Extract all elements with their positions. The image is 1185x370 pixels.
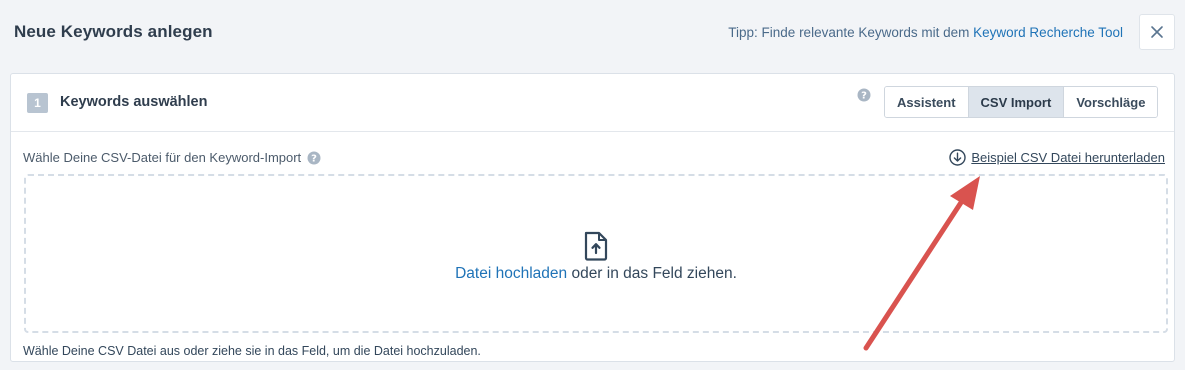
csv-field-label: Wähle Deine CSV-Datei für den Keyword-Im… (23, 150, 321, 165)
download-circle-icon (949, 149, 967, 166)
close-button[interactable] (1139, 14, 1175, 50)
close-icon (1151, 26, 1163, 38)
step-title: Keywords auswählen (60, 94, 208, 110)
import-mode-tabs: Assistent CSV Import Vorschläge (884, 86, 1159, 118)
file-upload-icon (584, 231, 608, 261)
download-sample-csv-link[interactable]: Beispiel CSV Datei herunterladen (949, 149, 1165, 166)
tab-vorschlaege[interactable]: Vorschläge (1063, 87, 1158, 117)
modal-header: Neue Keywords anlegen Tipp: Finde releva… (0, 0, 1185, 66)
upload-file-link[interactable]: Datei hochladen (455, 265, 567, 282)
svg-text:?: ? (861, 91, 867, 102)
tab-assistent[interactable]: Assistent (885, 87, 968, 117)
question-circle-icon[interactable]: ? (857, 88, 871, 102)
dropzone-rest-text: oder in das Feld ziehen. (567, 265, 737, 282)
dropzone-text: Datei hochladen oder in das Feld ziehen. (26, 265, 1166, 283)
step-badge: 1 (27, 93, 48, 113)
csv-field-label-text: Wähle Deine CSV-Datei für den Keyword-Im… (23, 150, 302, 165)
new-keywords-modal: Neue Keywords anlegen Tipp: Finde releva… (0, 0, 1185, 370)
svg-text:?: ? (311, 153, 317, 164)
csv-dropzone[interactable]: Datei hochladen oder in das Feld ziehen. (24, 174, 1168, 333)
download-sample-csv-label: Beispiel CSV Datei herunterladen (971, 150, 1165, 165)
keywords-card: 1 Keywords auswählen ? Assistent CSV Imp… (10, 73, 1175, 362)
modal-title: Neue Keywords anlegen (14, 22, 213, 41)
tip-text: Tipp: Finde relevante Keywords mit dem K… (728, 25, 1123, 40)
tip-prefix: Tipp: Finde relevante Keywords mit dem (728, 25, 970, 40)
tab-csv-import[interactable]: CSV Import (967, 87, 1064, 117)
upload-hint: Wähle Deine CSV Datei aus oder ziehe sie… (23, 344, 481, 358)
keyword-research-tool-link[interactable]: Keyword Recherche Tool (973, 25, 1123, 40)
card-header: 1 Keywords auswählen ? Assistent CSV Imp… (11, 74, 1174, 132)
question-circle-icon[interactable]: ? (307, 151, 321, 165)
